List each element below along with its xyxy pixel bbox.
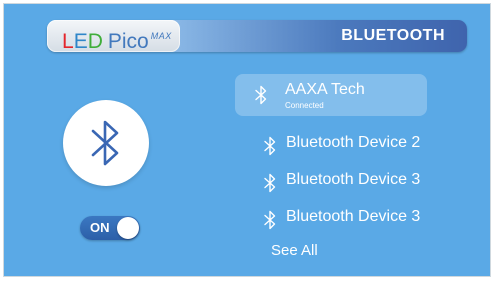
toggle-knob: [117, 217, 139, 239]
bluetooth-icon: [91, 120, 119, 166]
logo-pico: Pico: [107, 30, 149, 53]
logo-letter-d: D: [87, 30, 103, 53]
bluetooth-button[interactable]: [63, 100, 149, 186]
device-status: Connected: [285, 101, 324, 110]
bluetooth-icon: [264, 173, 276, 193]
see-all-link[interactable]: See All: [271, 241, 318, 261]
page-title: BLUETOOTH: [341, 27, 445, 44]
header-bar: LED Pico MAX BLUETOOTH: [47, 20, 467, 55]
logo-letter-l: L: [62, 30, 74, 53]
toggle-label: ON: [90, 220, 110, 235]
device-name: Bluetooth Device 3: [286, 171, 421, 188]
bluetooth-icon: [264, 136, 276, 156]
device-name: Bluetooth Device 2: [286, 134, 421, 151]
logo-max: MAX: [150, 31, 172, 41]
bluetooth-toggle[interactable]: ON: [80, 216, 140, 240]
device-name: Bluetooth Device 3: [286, 208, 421, 225]
logo-letter-e: E: [73, 30, 88, 53]
bluetooth-screen: LED Pico MAX BLUETOOTH ON AAXA Tech Connec…: [3, 3, 491, 277]
bluetooth-icon: [264, 210, 276, 230]
logo-pill: LED Pico MAX: [47, 20, 180, 55]
bluetooth-icon: [255, 85, 267, 105]
led-pico-max-logo: LED Pico MAX: [62, 23, 172, 55]
device-name: AAXA Tech: [285, 81, 365, 98]
device-item-aaxa-tech[interactable]: AAXA Tech Connected: [235, 74, 427, 116]
